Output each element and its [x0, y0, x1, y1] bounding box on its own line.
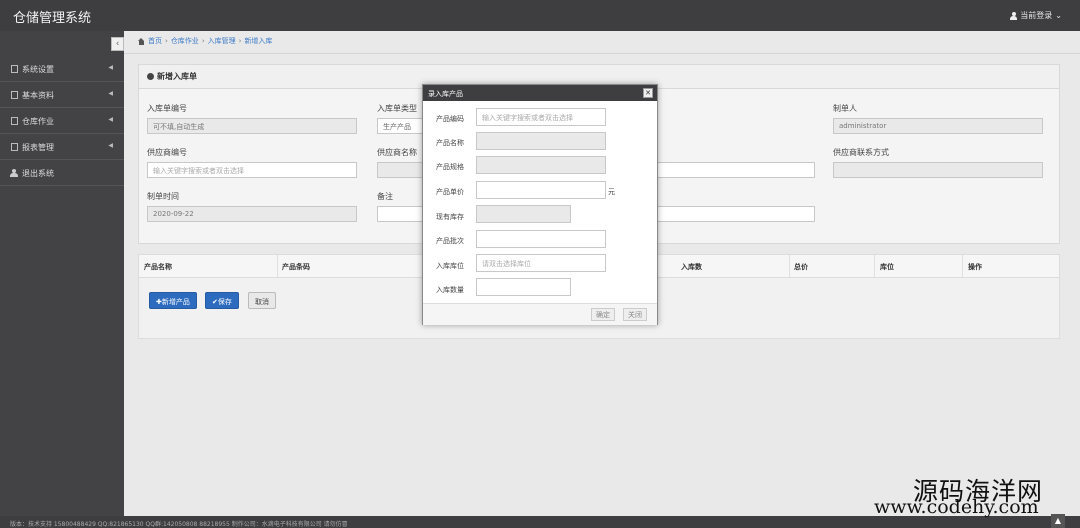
- confirm-button[interactable]: 确定: [591, 308, 615, 321]
- location-label: 入库库位: [436, 262, 464, 270]
- create-time-input[interactable]: 2020-09-22: [147, 206, 357, 222]
- supplier-contact-input[interactable]: [833, 162, 1043, 178]
- breadcrumb-separator: ›: [201, 37, 205, 45]
- col-location: 库位: [880, 263, 894, 271]
- batch-label: 产品批次: [436, 237, 464, 245]
- sidebar-item-label: 系统设置: [22, 65, 54, 74]
- caret-left-icon: ◀: [108, 90, 113, 97]
- qty-label: 入库数量: [436, 286, 464, 294]
- product-price-input[interactable]: [476, 181, 606, 199]
- sidebar-item-reports[interactable]: 报表管理 ◀: [0, 135, 124, 160]
- divider: [124, 53, 1080, 54]
- supplier-no-input[interactable]: 输入关键字搜索或者双击选择: [147, 162, 357, 178]
- col-inbound-qty: 入库数: [681, 263, 702, 271]
- sidebar-item-warehouse-ops[interactable]: 仓库作业 ◀: [0, 109, 124, 134]
- product-code-input[interactable]: 输入关键字搜索或者双击选择: [476, 108, 606, 126]
- dialog-title-bar: 录入库产品 ✕: [423, 85, 657, 101]
- column-divider: [277, 255, 278, 278]
- stock-label: 现有库存: [436, 213, 464, 221]
- create-time-label: 制单时间: [147, 192, 179, 201]
- breadcrumb: 首页 › 仓库作业 › 入库管理 › 新增入库: [138, 36, 272, 46]
- product-price-label: 产品单价: [436, 188, 464, 196]
- product-spec-input[interactable]: [476, 156, 606, 174]
- order-no-label: 入库单编号: [147, 104, 187, 113]
- breadcrumb-separator: ›: [165, 37, 168, 45]
- dialog-footer: 确定 关闭: [423, 303, 657, 325]
- bookmark-icon: [11, 117, 18, 125]
- breadcrumb-warehouse-ops[interactable]: 仓库作业: [171, 36, 199, 46]
- circle-icon: [147, 73, 154, 80]
- order-type-label: 入库单类型: [377, 104, 417, 113]
- breadcrumb-separator: ›: [238, 37, 242, 45]
- breadcrumb-home[interactable]: 首页: [148, 36, 162, 46]
- sidebar-collapse-button[interactable]: ‹: [111, 37, 124, 51]
- scroll-top-button[interactable]: ▲: [1051, 514, 1065, 528]
- panel-title: 新增入库单: [157, 72, 197, 81]
- user-icon: [10, 169, 18, 177]
- caret-left-icon: ◀: [108, 142, 113, 149]
- sidebar-item-logout[interactable]: 退出系统: [0, 161, 124, 186]
- supplier-contact-label: 供应商联系方式: [833, 148, 889, 157]
- col-product-name: 产品名称: [144, 263, 172, 271]
- col-product-barcode: 产品条码: [282, 263, 310, 271]
- batch-input[interactable]: [476, 230, 606, 248]
- stock-input[interactable]: [476, 205, 571, 223]
- watermark-url: www.codehy.com: [874, 496, 1039, 518]
- add-product-button[interactable]: ✚新增产品: [149, 292, 197, 309]
- sidebar-item-basic-data[interactable]: 基本资料 ◀: [0, 83, 124, 108]
- bookmark-icon: [11, 65, 18, 73]
- breadcrumb-inbound[interactable]: 入库管理: [208, 36, 236, 46]
- close-button[interactable]: 关闭: [623, 308, 647, 321]
- product-spec-label: 产品规格: [436, 163, 464, 171]
- product-entry-dialog: 录入库产品 ✕ 产品编码 输入关键字搜索或者双击选择 产品名称 产品规格 产品单…: [422, 84, 658, 325]
- column-divider: [962, 255, 963, 278]
- top-bar: 仓储管理系统 当前登录 ⌄: [0, 0, 1080, 31]
- caret-left-icon: ◀: [108, 64, 113, 71]
- chevron-down-icon: ⌄: [1055, 11, 1062, 20]
- product-name-input[interactable]: [476, 132, 606, 150]
- user-menu-label: 当前登录: [1020, 11, 1053, 20]
- save-button[interactable]: ✔保存: [205, 292, 239, 309]
- column-divider: [874, 255, 875, 278]
- column-divider: [789, 255, 790, 278]
- sidebar-item-system-settings[interactable]: 系统设置 ◀: [0, 57, 124, 82]
- supplier-name-label: 供应商名称: [377, 148, 417, 157]
- sidebar-item-label: 报表管理: [22, 143, 54, 152]
- remark-label: 备注: [377, 192, 393, 201]
- caret-left-icon: ◀: [108, 116, 113, 123]
- maker-input[interactable]: administrator: [833, 118, 1043, 134]
- sidebar-item-label: 仓库作业: [22, 117, 54, 126]
- order-no-input[interactable]: 可不填,自动生成: [147, 118, 357, 134]
- col-total-price: 总价: [794, 263, 808, 271]
- product-code-label: 产品编码: [436, 115, 464, 123]
- sidebar-item-label: 退出系统: [22, 169, 54, 178]
- location-input[interactable]: 请双击选择库位: [476, 254, 606, 272]
- supplier-no-label: 供应商编号: [147, 148, 187, 157]
- dialog-title: 录入库产品: [428, 90, 463, 98]
- close-icon[interactable]: ✕: [643, 88, 653, 98]
- sidebar-item-label: 基本资料: [22, 91, 54, 100]
- col-actions: 操作: [968, 263, 982, 271]
- home-icon: [138, 37, 145, 45]
- price-unit: 元: [608, 188, 615, 196]
- user-menu[interactable]: 当前登录 ⌄: [1010, 10, 1062, 21]
- bookmark-icon: [11, 143, 18, 151]
- cancel-button[interactable]: 取消: [248, 292, 276, 309]
- breadcrumb-current: 新增入库: [244, 37, 273, 45]
- qty-input[interactable]: [476, 278, 571, 296]
- app-title: 仓储管理系统: [13, 11, 92, 26]
- bookmark-icon: [11, 91, 18, 99]
- user-icon: [1010, 11, 1018, 20]
- product-name-label: 产品名称: [436, 139, 464, 147]
- maker-label: 制单人: [833, 104, 857, 113]
- sidebar: 系统设置 ◀ 基本资料 ◀ 仓库作业 ◀ 报表管理 ◀ 退出系统: [0, 31, 124, 516]
